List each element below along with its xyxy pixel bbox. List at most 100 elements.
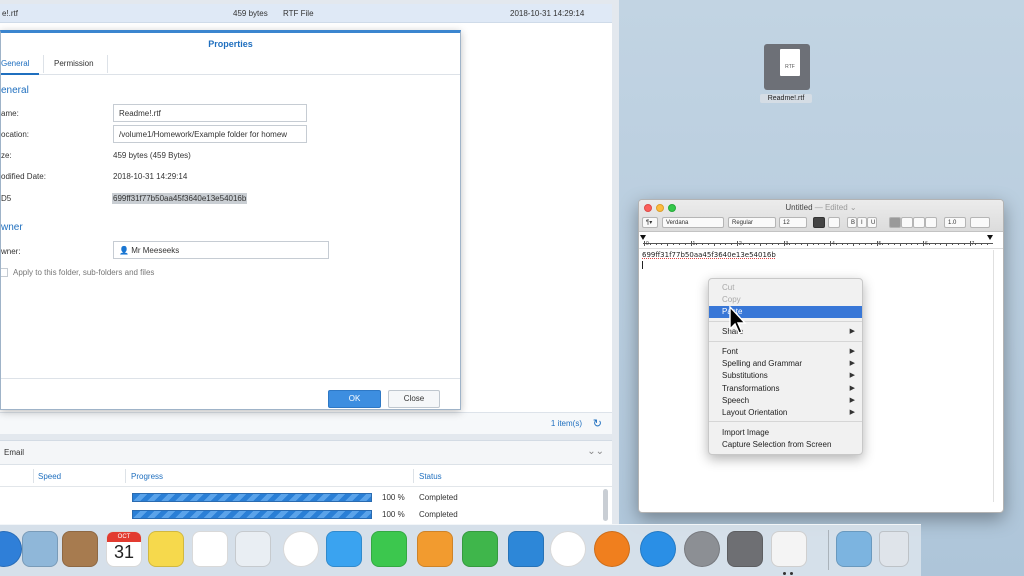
task-tabbar: Email ⌄⌄: [0, 441, 612, 465]
keynote-icon[interactable]: [508, 531, 544, 567]
font-family-select[interactable]: Verdana: [662, 217, 724, 228]
textedit-icon[interactable]: [771, 531, 807, 567]
calendar-icon[interactable]: OCT 31: [106, 531, 142, 567]
modified-label: odified Date:: [1, 172, 46, 181]
col-divider: [125, 469, 126, 483]
item-count: 1 item(s): [550, 419, 582, 428]
menu-item-layout-orientation[interactable]: Layout Orientation ▶: [709, 407, 862, 419]
underline-button[interactable]: U: [867, 217, 877, 228]
list-style-icon[interactable]: [970, 217, 990, 228]
facetime-icon[interactable]: [371, 531, 407, 567]
italic-button[interactable]: I: [857, 217, 867, 228]
font-style-select[interactable]: Regular: [728, 217, 776, 228]
size-label: ze:: [1, 151, 12, 160]
notes-icon[interactable]: [148, 531, 184, 567]
align-justify-button[interactable]: [925, 217, 937, 228]
document-text[interactable]: 699ff31f77b50aa45f3640e13e54016b: [642, 251, 776, 259]
menu-item-speech[interactable]: Speech ▶: [709, 395, 862, 407]
md5-value[interactable]: 699ff31f77b50aa45f3640e13e54016b: [112, 193, 248, 204]
bold-button[interactable]: B: [847, 217, 857, 228]
align-center-button[interactable]: [901, 217, 913, 228]
textedit-titlebar[interactable]: Untitled — Edited ⌄ ¶▾ Verdana Regular 1…: [639, 200, 1003, 232]
left-margin-marker[interactable]: [640, 235, 646, 240]
itunes-icon[interactable]: [550, 531, 586, 567]
ruler-minor-tick: [766, 243, 768, 245]
ruler-number: 1: [692, 241, 696, 247]
ruler-minor-tick: [678, 243, 680, 245]
highlight-color-icon[interactable]: [828, 217, 840, 228]
menu-item-label: Transformations: [722, 384, 780, 393]
scrollbar[interactable]: [603, 489, 608, 521]
align-right-button[interactable]: [913, 217, 925, 228]
text-color-icon[interactable]: [813, 217, 825, 228]
preview-icon[interactable]: [22, 531, 58, 567]
apply-checkbox[interactable]: [1, 268, 8, 277]
col-speed[interactable]: Speed: [38, 472, 61, 481]
document-icon: RTF: [780, 49, 800, 76]
menu-item-cut[interactable]: Cut: [709, 282, 862, 294]
tab-general[interactable]: General: [1, 59, 29, 68]
system-preferences-icon[interactable]: [684, 531, 720, 567]
menu-item-substitutions[interactable]: Substitutions ▶: [709, 370, 862, 382]
col-status[interactable]: Status: [419, 472, 442, 481]
messages-icon[interactable]: [326, 531, 362, 567]
menu-item-font[interactable]: Font ▶: [709, 346, 862, 358]
col-progress[interactable]: Progress: [131, 472, 163, 481]
ruler[interactable]: 0 1 2 3 4 5 6 7: [639, 233, 1003, 249]
app-store-icon[interactable]: [640, 531, 676, 567]
photo-booth-icon[interactable]: [235, 531, 271, 567]
ruler-minor-tick: [899, 243, 901, 246]
trash-icon[interactable]: [879, 531, 909, 567]
ruler-minor-tick: [864, 243, 866, 245]
menu-item-copy[interactable]: Copy: [709, 294, 862, 306]
pages-icon[interactable]: [417, 531, 453, 567]
submenu-arrow-icon: ▶: [849, 397, 855, 404]
paragraph-style-menu[interactable]: ¶▾: [642, 217, 658, 228]
close-button[interactable]: Close: [388, 390, 440, 408]
location-field[interactable]: /volume1/Homework/Example folder for hom…: [113, 125, 307, 143]
menu-item-capture-selection-from-screen[interactable]: Capture Selection from Screen: [709, 439, 862, 451]
name-field[interactable]: Readme!.rtf: [113, 104, 307, 122]
ruler-minor-tick: [928, 243, 930, 245]
ruler-minor-tick: [684, 243, 686, 245]
file-row[interactable]: e!.rtf 459 bytes RTF File 2018-10-31 14:…: [0, 4, 612, 23]
owner-label: wner:: [1, 247, 21, 256]
line-spacing-select[interactable]: 1.0: [944, 217, 966, 228]
ruler-minor-tick: [655, 243, 657, 245]
owner-section-title: wner: [1, 222, 23, 233]
menu-item-import-image[interactable]: Import Image: [709, 427, 862, 439]
task-row[interactable]: 100 % Completed: [0, 507, 600, 523]
align-left-button[interactable]: [889, 217, 901, 228]
ibooks-icon[interactable]: [594, 531, 630, 567]
desktop-file-readme[interactable]: RTF Readme!.rtf: [760, 44, 812, 106]
user-icon: 👤: [119, 246, 129, 255]
final-cut-icon[interactable]: [727, 531, 763, 567]
location-label: ocation:: [1, 130, 30, 139]
reminders-icon[interactable]: [192, 531, 228, 567]
ruler-number: 2: [739, 241, 742, 247]
numbers-icon[interactable]: [462, 531, 498, 567]
downloads-icon[interactable]: [836, 531, 872, 567]
menu-item-transformations[interactable]: Transformations ▶: [709, 383, 862, 395]
collapse-icon[interactable]: ⌄⌄: [587, 446, 604, 457]
ruler-minor-tick: [957, 243, 959, 245]
tab-permission[interactable]: Permission: [54, 59, 94, 68]
font-size-select[interactable]: 12: [779, 217, 807, 228]
owner-field[interactable]: 👤 Mr Meeseeks: [113, 241, 329, 259]
ruler-tick: [923, 241, 924, 246]
refresh-icon[interactable]: ↻: [593, 417, 602, 430]
right-margin-marker[interactable]: [987, 235, 993, 240]
ok-button[interactable]: OK: [328, 390, 381, 408]
file-modified: 2018-10-31 14:29:14: [510, 9, 585, 18]
ruler-minor-tick: [661, 243, 663, 245]
dialog-tabs: General Permission: [1, 53, 460, 75]
task-row[interactable]: 100 % Completed: [0, 490, 600, 506]
tab-email[interactable]: Email: [4, 448, 24, 457]
photos-icon[interactable]: [283, 531, 319, 567]
file-thumbnail: RTF: [764, 44, 810, 90]
edited-indicator[interactable]: — Edited ⌄: [815, 203, 857, 212]
contacts-icon[interactable]: [62, 531, 98, 567]
menu-item-spelling-and-grammar[interactable]: Spelling and Grammar ▶: [709, 358, 862, 370]
active-tab-indicator: [1, 73, 39, 75]
ruler-minor-tick: [946, 243, 948, 246]
